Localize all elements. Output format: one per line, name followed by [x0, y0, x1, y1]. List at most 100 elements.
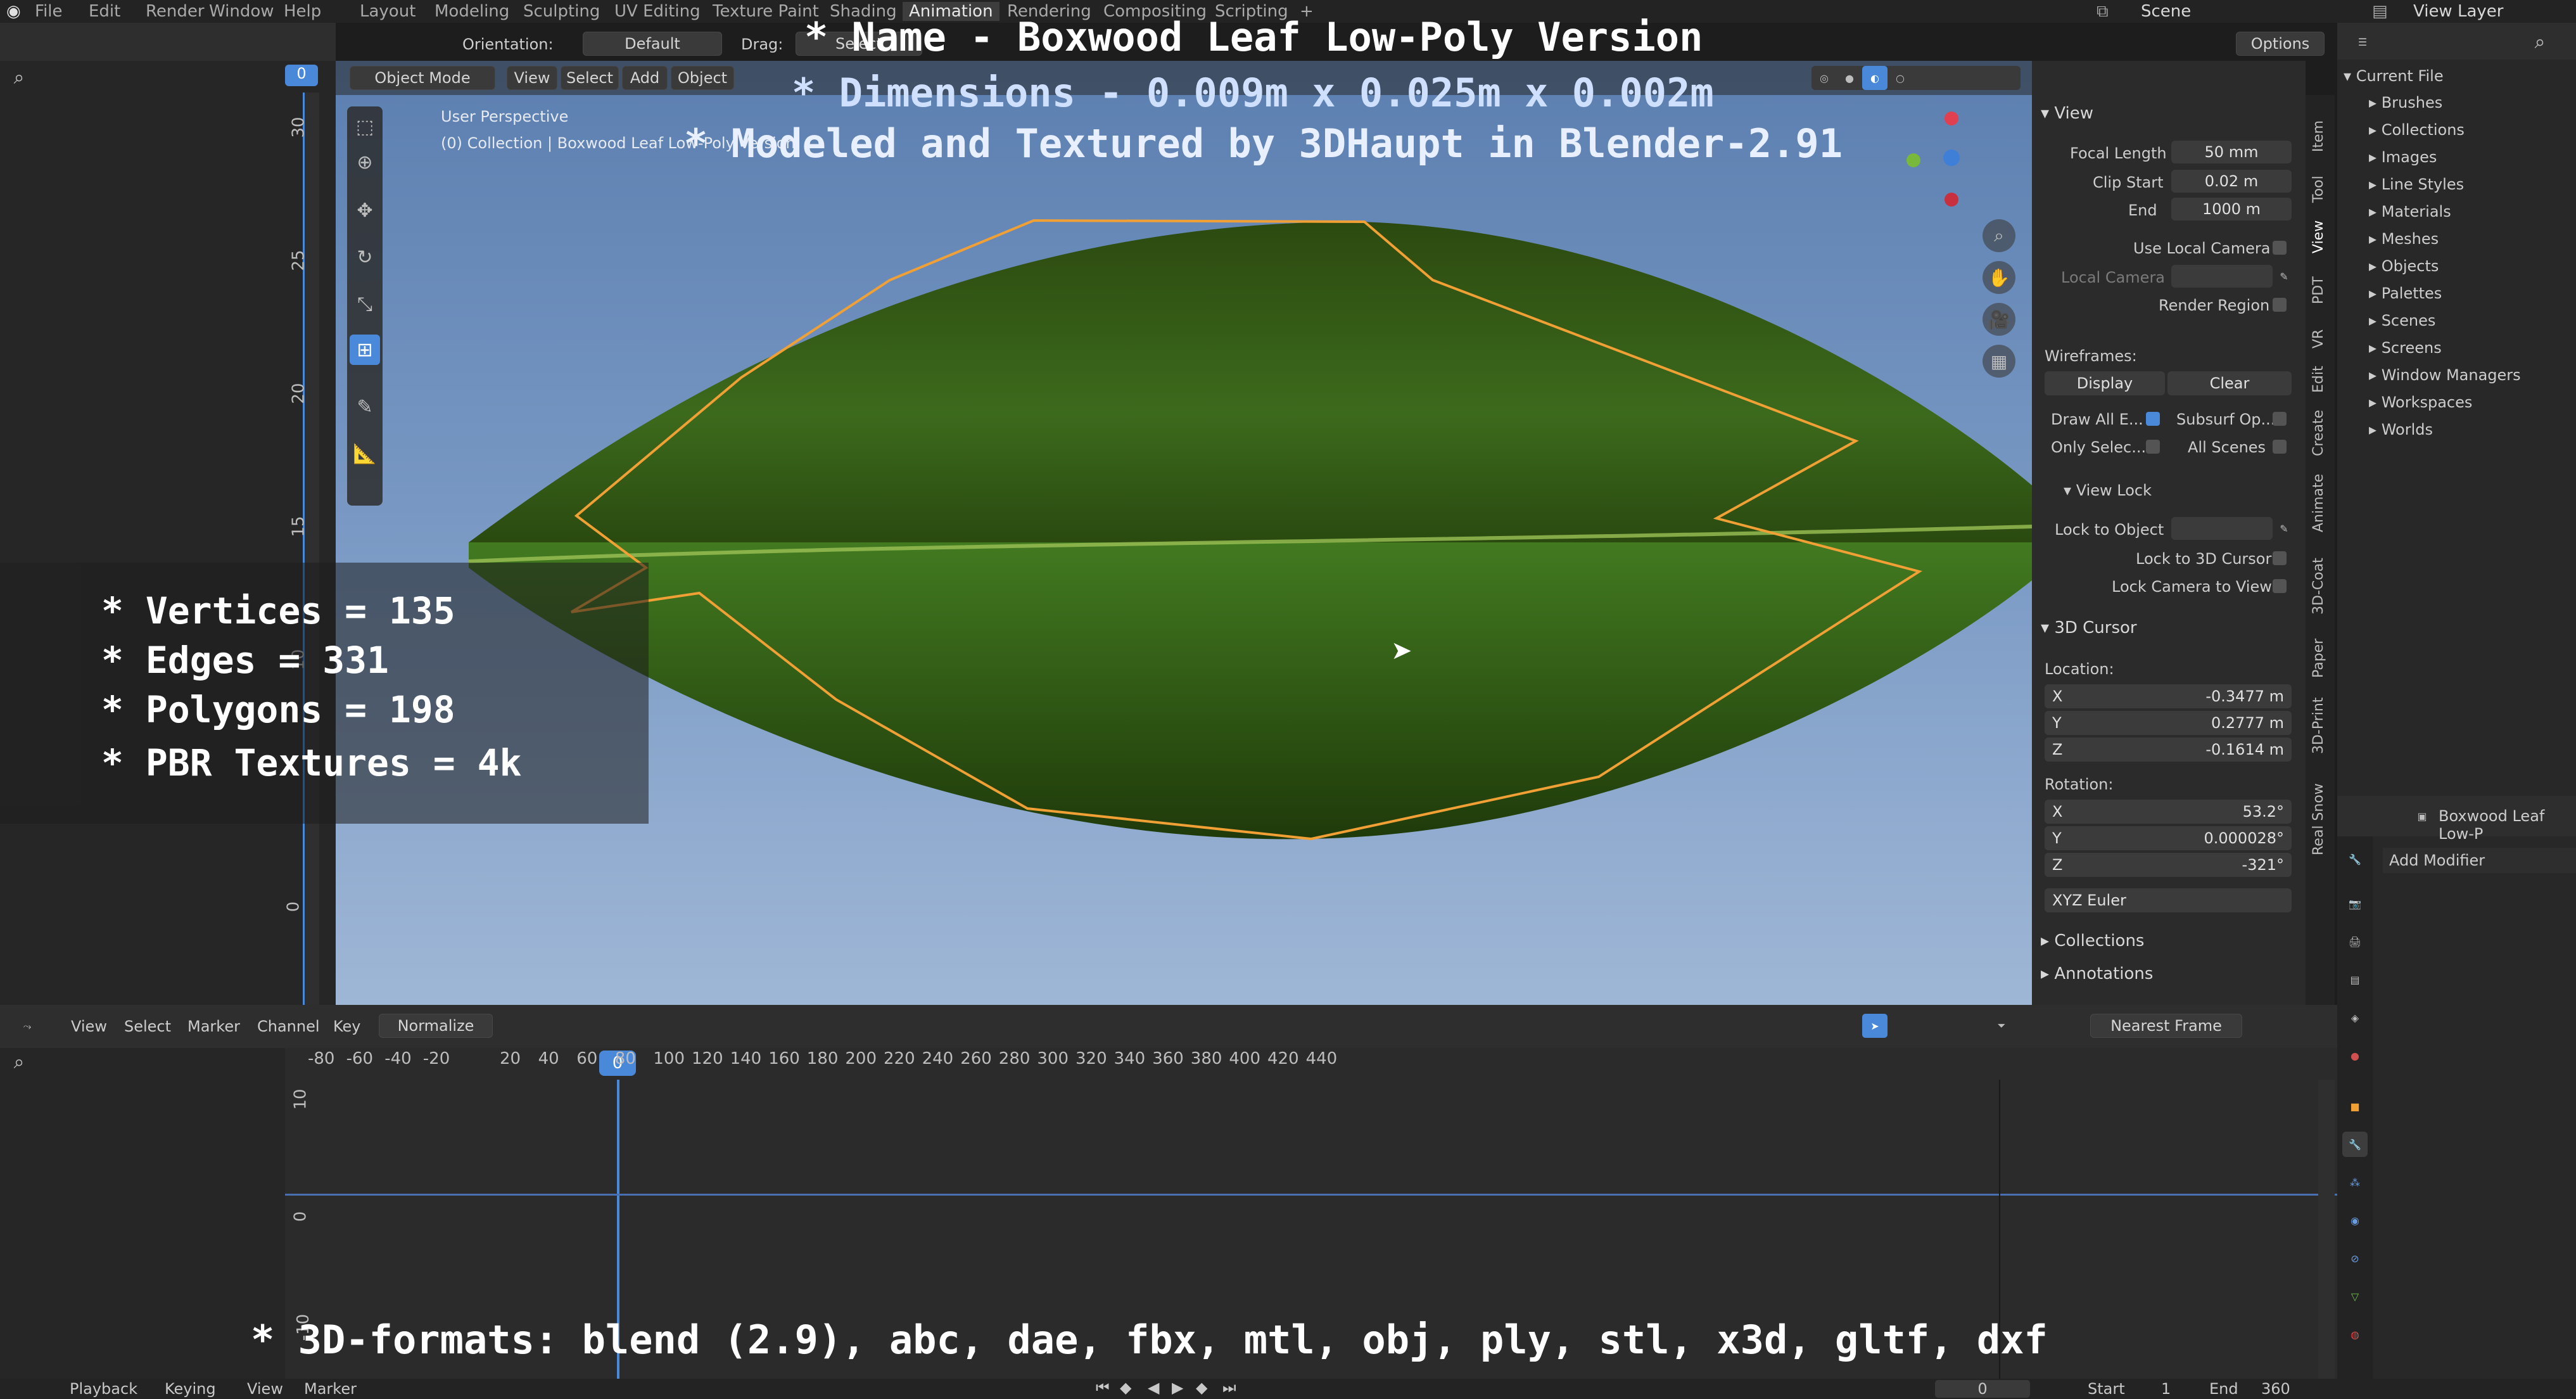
timeline-marker-menu[interactable]: Marker	[304, 1380, 357, 1398]
play-reverse-icon[interactable]: ◀	[1148, 1379, 1159, 1396]
render-tab-icon[interactable]: 📷	[2342, 891, 2368, 916]
prev-keyframe-icon[interactable]: ◆	[1120, 1379, 1131, 1396]
outliner-item[interactable]: ▸ Materials	[2369, 203, 2451, 220]
wireframe-clear-button[interactable]: Clear	[2167, 371, 2292, 395]
viewport-shading-buttons[interactable]: ◎ ● ◐ ○	[1811, 66, 2021, 90]
measure-icon[interactable]: 📐	[350, 438, 380, 469]
draw-all-checkbox[interactable]	[2146, 412, 2160, 426]
move-icon[interactable]: ✥	[350, 195, 380, 226]
all-scenes-checkbox[interactable]	[2273, 440, 2287, 454]
tab-modeling[interactable]: Modeling	[435, 2, 509, 21]
view-layer-tab-icon[interactable]: ▤	[2342, 967, 2368, 992]
sidebar-tab-vr[interactable]: VR	[2311, 329, 2326, 348]
playback-menu[interactable]: Playback	[70, 1380, 137, 1398]
view-layer-icon[interactable]: ▤	[2372, 2, 2388, 21]
frame-field[interactable]: 0	[285, 65, 318, 86]
sidebar-tab-tool[interactable]: Tool	[2311, 176, 2326, 203]
tab-uv-editing[interactable]: UV Editing	[614, 2, 701, 21]
pan-icon[interactable]: ✋	[1983, 261, 2015, 294]
scale-icon[interactable]: ⤡	[350, 289, 380, 319]
outliner-search-icon[interactable]: ⌕	[2527, 29, 2553, 54]
cursor-rot-x-field[interactable]: X 53.2°	[2045, 800, 2292, 824]
menu-render[interactable]: Render	[146, 2, 205, 21]
view-layer-name[interactable]: View Layer	[2413, 2, 2503, 21]
lock-eyedropper-icon[interactable]: ✎	[2273, 517, 2295, 540]
gizmo-neg-z[interactable]	[1945, 193, 1958, 207]
rotation-mode-dropdown[interactable]: XYZ Euler	[2045, 888, 2292, 912]
sidebar-tab-real-snow[interactable]: Real Snow	[2311, 783, 2326, 855]
wireframe-display-button[interactable]: Display	[2045, 371, 2165, 395]
menu-window[interactable]: Window	[209, 2, 274, 21]
constraints-tab-icon[interactable]: ⊘	[2342, 1246, 2368, 1271]
scene-tab-icon[interactable]: ◈	[2342, 1005, 2368, 1030]
view-lock-header[interactable]: ▾ View Lock	[2064, 482, 2152, 499]
subsurf-checkbox[interactable]	[2273, 412, 2287, 426]
tool-tab-icon[interactable]: 🔧	[2342, 846, 2368, 872]
outliner-item[interactable]: ▸ Scenes	[2369, 312, 2435, 329]
select-menu[interactable]: Select	[561, 66, 619, 90]
clip-end-field[interactable]: 1000 m	[2171, 198, 2292, 220]
sidebar-tab-3d-print[interactable]: 3D-Print	[2311, 698, 2326, 754]
outliner-item[interactable]: ▸ Screens	[2369, 339, 2442, 357]
cursor-icon[interactable]: ⊕	[350, 147, 380, 177]
local-camera-field[interactable]	[2171, 265, 2273, 288]
sidebar-tab-edit[interactable]: Edit	[2311, 366, 2326, 393]
graph-menu-marker[interactable]: Marker	[187, 1018, 240, 1035]
lock-camera-checkbox[interactable]	[2273, 579, 2287, 593]
material-shading-icon[interactable]: ◐	[1862, 66, 1888, 90]
solid-shading-icon[interactable]: ●	[1837, 66, 1862, 90]
scene-name[interactable]: Scene	[2141, 2, 2191, 21]
cursor-loc-x-field[interactable]: X -0.3477 m	[2045, 684, 2292, 708]
3d-cursor-panel-header[interactable]: ▾ 3D Cursor	[2041, 618, 2137, 637]
outliner-item[interactable]: ▸ Meshes	[2369, 230, 2439, 248]
sidebar-tab-paper[interactable]: Paper	[2311, 639, 2326, 678]
material-tab-icon[interactable]: ◍	[2342, 1322, 2368, 1347]
lock-3d-cursor-checkbox[interactable]	[2273, 551, 2287, 565]
sidebar-tab-3d-coat[interactable]: 3D-Coat	[2311, 558, 2326, 615]
graph-menu-key[interactable]: Key	[333, 1018, 361, 1035]
outliner-item[interactable]: ▸ Worlds	[2369, 421, 2433, 438]
editor-type-icon[interactable]: ⤳	[11, 1014, 43, 1039]
tab-sculpting[interactable]: Sculpting	[523, 2, 600, 21]
menu-edit[interactable]: Edit	[89, 2, 120, 21]
sidebar-tab-pdt[interactable]: PDT	[2311, 276, 2326, 304]
rendered-shading-icon[interactable]: ○	[1888, 66, 1913, 90]
object-tab-icon[interactable]: ■	[2342, 1094, 2368, 1119]
data-tab-icon[interactable]: ▽	[2342, 1284, 2368, 1309]
world-tab-icon[interactable]: ●	[2342, 1043, 2368, 1068]
outliner-item[interactable]: ▸ Line Styles	[2369, 176, 2464, 193]
particles-tab-icon[interactable]: ⁂	[2342, 1170, 2368, 1195]
graph-menu-view[interactable]: View	[71, 1018, 107, 1035]
camera-view-icon[interactable]: 🎥	[1983, 303, 2015, 336]
navigation-gizmo[interactable]	[1907, 112, 1995, 207]
zoom-icon[interactable]: ⌕	[1983, 219, 2015, 252]
add-modifier-button[interactable]: Add Modifier	[2383, 848, 2576, 873]
menu-help[interactable]: Help	[284, 2, 321, 21]
gizmo-y-axis[interactable]	[1907, 153, 1920, 167]
select-box-icon[interactable]: ⬚	[350, 112, 380, 142]
start-frame-value[interactable]: 1	[2161, 1380, 2171, 1398]
snap-dropdown[interactable]: Nearest Frame	[2090, 1014, 2242, 1038]
only-selected-icon[interactable]: ➤	[1862, 1014, 1888, 1038]
3d-viewport[interactable]: Object Mode View Select Add Object ◎ ● ◐…	[336, 61, 2032, 1005]
sidebar-tab-create[interactable]: Create	[2311, 410, 2326, 456]
render-region-checkbox[interactable]	[2273, 298, 2287, 312]
use-local-camera-checkbox[interactable]	[2273, 241, 2287, 255]
outliner-item[interactable]: ▸ Window Managers	[2369, 366, 2521, 384]
search-icon[interactable]: ⌕	[6, 65, 32, 90]
sidebar-tab-animate[interactable]: Animate	[2311, 474, 2326, 532]
filter-icon[interactable]: ⏷	[1989, 1014, 2014, 1038]
wireframe-shading-icon[interactable]: ◎	[1811, 66, 1837, 90]
gizmo-x-axis[interactable]	[1945, 112, 1958, 125]
sidebar-tab-item[interactable]: Item	[2311, 120, 2326, 152]
menu-file[interactable]: File	[35, 2, 63, 21]
left-scroll-track[interactable]	[303, 93, 319, 1005]
annotate-icon[interactable]: ✎	[350, 392, 380, 422]
blender-logo-icon[interactable]: ◉	[6, 2, 21, 21]
orientation-dropdown[interactable]: Default	[583, 32, 722, 56]
current-frame-field[interactable]: 0	[1935, 1380, 2030, 1398]
sidebar-tab-view[interactable]: View	[2311, 220, 2326, 253]
graph-menu-select[interactable]: Select	[124, 1018, 171, 1035]
outliner-item[interactable]: ▸ Brushes	[2369, 94, 2442, 112]
jump-start-icon[interactable]: ⏮	[1096, 1379, 1110, 1396]
